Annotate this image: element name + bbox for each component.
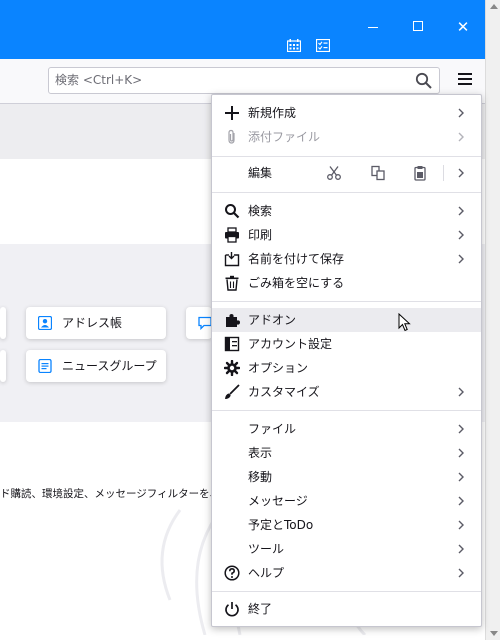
search-icon — [225, 204, 240, 219]
power-icon — [225, 602, 239, 617]
chevron-right-icon — [458, 108, 464, 118]
card-label: ニュースグループ — [62, 359, 157, 373]
paperclip-icon — [228, 129, 235, 144]
mouse-cursor-icon — [398, 313, 411, 332]
brush-icon — [225, 384, 240, 399]
printer-icon — [225, 227, 239, 243]
menu-item-account-settings[interactable]: アカウント設定 — [212, 332, 481, 356]
chevron-right-icon — [458, 496, 464, 506]
menu-item-label: オプション — [248, 361, 309, 375]
newsgroup-icon — [38, 359, 52, 373]
minimize-icon[interactable] — [366, 18, 380, 34]
menu-item-help[interactable]: ヘルプ — [212, 561, 481, 585]
tasks-icon[interactable] — [316, 39, 330, 52]
menu-item-tools[interactable]: ツール — [212, 537, 481, 561]
menu-item-options[interactable]: オプション — [212, 356, 481, 380]
search-input[interactable]: 検索 <Ctrl+K> — [48, 67, 440, 94]
scroll-up-icon[interactable] — [490, 4, 498, 9]
app-menu: 新規作成 添付ファイル 編集 検索 印刷 名前を付けて保存 ごみ箱を空にする ア… — [211, 94, 482, 627]
menu-item-quit[interactable]: 終了 — [212, 597, 481, 621]
chevron-right-icon — [458, 424, 464, 434]
menu-item-view[interactable]: 表示 — [212, 441, 481, 465]
scroll-down-icon[interactable] — [490, 631, 498, 636]
menu-item-message[interactable]: メッセージ — [212, 489, 481, 513]
menu-item-label: 表示 — [248, 446, 273, 460]
menu-item-label: ファイル — [248, 422, 297, 436]
chevron-right-icon — [458, 206, 464, 216]
calendar-icon[interactable] — [287, 39, 301, 52]
menu-item-label: アカウント設定 — [248, 337, 333, 351]
card-left-2[interactable] — [0, 350, 6, 382]
maximize-icon[interactable] — [410, 18, 426, 34]
menu-item-label: 編集 — [248, 166, 273, 180]
chat-icon — [198, 316, 212, 330]
menu-item-label: 終了 — [248, 602, 273, 616]
menu-item-label: 移動 — [248, 470, 273, 484]
menu-item-label: ごみ箱を空にする — [248, 276, 345, 290]
menu-item-edit[interactable]: 編集 — [212, 161, 481, 185]
address-book-icon — [38, 316, 52, 330]
menu-item-attachments: 添付ファイル — [212, 125, 481, 149]
plus-icon — [225, 106, 239, 120]
hamburger-icon[interactable] — [458, 73, 472, 87]
cut-icon[interactable] — [326, 165, 342, 181]
card-label: アドレス帳 — [62, 316, 123, 330]
menu-separator — [212, 591, 481, 592]
paste-icon[interactable] — [412, 165, 428, 181]
chevron-right-icon — [458, 472, 464, 482]
chevron-right-icon — [458, 568, 464, 578]
menu-item-save-as[interactable]: 名前を付けて保存 — [212, 247, 481, 271]
menu-item-new[interactable]: 新規作成 — [212, 101, 481, 125]
search-icon[interactable] — [415, 72, 433, 90]
chat-card[interactable] — [186, 307, 212, 339]
card-left-1[interactable] — [0, 307, 6, 339]
chevron-right-icon — [458, 448, 464, 458]
chevron-right-icon — [458, 230, 464, 240]
copy-icon[interactable] — [370, 165, 386, 181]
scrollbar[interactable] — [485, 0, 500, 640]
menu-item-label: メッセージ — [248, 494, 308, 508]
menu-item-go[interactable]: 移動 — [212, 465, 481, 489]
account-settings-icon — [224, 336, 240, 352]
search-placeholder: 検索 <Ctrl+K> — [55, 73, 143, 87]
trash-icon — [225, 275, 239, 291]
menu-item-label: ヘルプ — [248, 566, 285, 580]
chevron-right-icon — [458, 544, 464, 554]
menu-item-label: 検索 — [248, 204, 273, 218]
menu-item-print[interactable]: 印刷 — [212, 223, 481, 247]
menu-item-label: カスタマイズ — [248, 385, 320, 399]
menu-separator — [212, 192, 481, 193]
menu-item-events-tasks[interactable]: 予定とToDo — [212, 513, 481, 537]
menu-item-label: 名前を付けて保存 — [248, 252, 345, 266]
menu-separator — [212, 301, 481, 302]
menu-item-addons[interactable]: アドオン — [212, 308, 481, 332]
puzzle-icon — [226, 314, 240, 327]
menu-separator — [212, 410, 481, 411]
menu-item-label: 添付ファイル — [248, 130, 321, 144]
chevron-right-icon — [458, 132, 464, 142]
menu-item-label: 印刷 — [248, 228, 273, 242]
address-book-card[interactable]: アドレス帳 — [26, 307, 166, 339]
menu-item-label: 新規作成 — [248, 106, 297, 120]
chevron-right-icon — [458, 387, 464, 397]
title-bar: ✕ — [0, 0, 485, 59]
edit-divider — [443, 165, 444, 181]
menu-item-label: アドオン — [248, 313, 297, 327]
save-icon — [224, 252, 240, 267]
menu-item-label: 予定とToDo — [248, 518, 314, 532]
gear-icon — [224, 360, 240, 376]
chevron-right-icon — [458, 254, 464, 264]
chevron-right-icon — [458, 520, 464, 530]
newsgroup-card[interactable]: ニュースグループ — [26, 350, 166, 382]
menu-item-search[interactable]: 検索 — [212, 199, 481, 223]
chevron-right-icon — [458, 168, 464, 178]
menu-separator — [212, 156, 481, 157]
menu-item-label: ツール — [248, 542, 285, 556]
close-icon[interactable]: ✕ — [454, 18, 472, 36]
menu-item-customize[interactable]: カスタマイズ — [212, 380, 481, 404]
menu-item-empty-trash[interactable]: ごみ箱を空にする — [212, 271, 481, 295]
menu-item-file[interactable]: ファイル — [212, 417, 481, 441]
help-icon — [224, 565, 240, 581]
